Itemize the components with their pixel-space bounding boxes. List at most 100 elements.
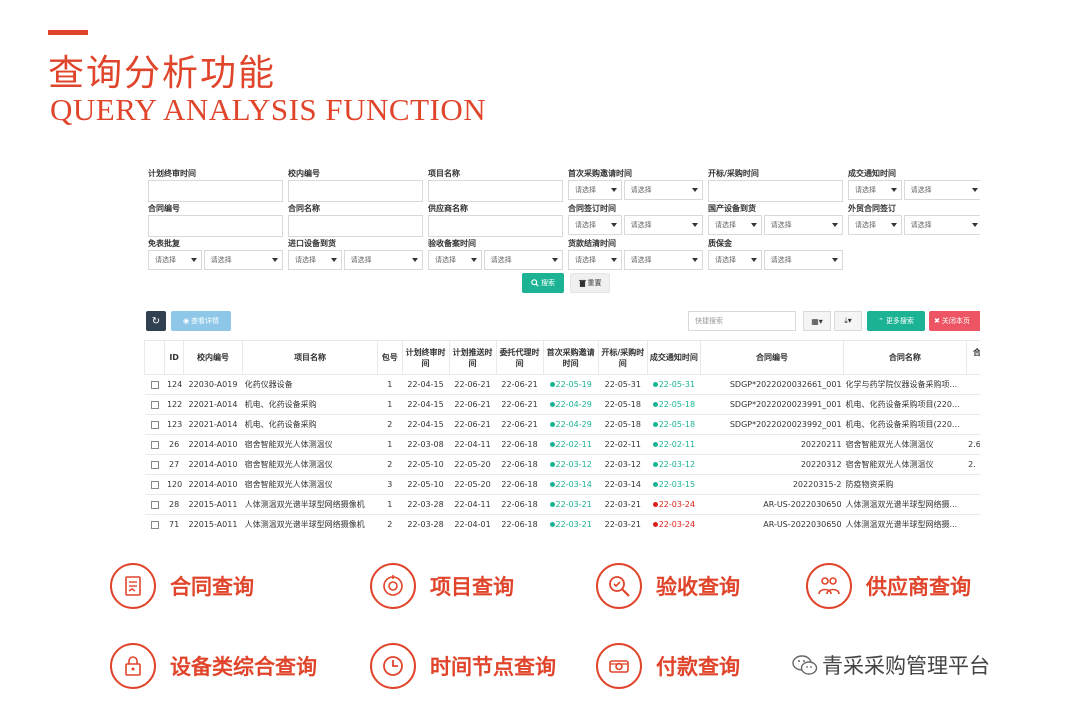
query-screenshot-panel: 计划终审时间 校内编号 项目名称 首次采购邀请时间 请选择 请选择 开标/采购时间 成交通知时… [144, 160, 980, 530]
cell-pkg: 3 [377, 474, 403, 495]
filter-select-end[interactable]: 请选择 [623, 215, 703, 235]
cell-id: 120 [164, 474, 184, 495]
status-dot [652, 442, 658, 447]
chevron-down-icon [750, 223, 757, 227]
refresh-button[interactable]: ↻ [146, 311, 166, 331]
status-dot [549, 402, 555, 407]
filter-select-start[interactable]: 请选择 [568, 250, 622, 270]
feature-item[interactable]: 验收查询 [596, 563, 740, 609]
filter-input[interactable] [708, 180, 843, 202]
close-icon: ✖ [934, 317, 940, 325]
cell-t6: 22-03-24 [647, 514, 701, 530]
filter-select-end[interactable]: 请选择 [903, 215, 980, 235]
row-checkbox[interactable] [150, 520, 159, 529]
search-button[interactable]: 搜索 [522, 273, 564, 293]
column-header: 计划终审时间 [401, 340, 450, 375]
cell-id: 124 [164, 374, 184, 395]
filter-field: 合同签订时间 请选择 请选择 [568, 203, 703, 235]
filter-select-end[interactable]: 请选择 [763, 215, 843, 235]
table-row[interactable]: 124 22030-A019 化药仪器设备 1 22-04-15 22-06-21 22-0… [144, 374, 980, 395]
table-row[interactable]: 122 22021-A014 机电、化药设备采购 1 22-04-15 22-06-21 2… [144, 394, 980, 415]
row-checkbox[interactable] [150, 500, 159, 509]
cell-pkg: 2 [377, 454, 403, 475]
filter-select-start[interactable]: 请选择 [428, 250, 482, 270]
cell-contract-no: AR-US-2022030650 [700, 514, 844, 530]
filter-label: 免表批复 [148, 239, 180, 248]
view-detail-button[interactable]: ◉ 查看详情 [171, 311, 231, 331]
filter-input[interactable] [288, 215, 423, 237]
row-checkbox[interactable] [150, 400, 159, 409]
cell-t3: 22-06-18 [496, 494, 544, 515]
filter-select-start[interactable]: 请选择 [148, 250, 202, 270]
filter-select-start[interactable]: 请选择 [848, 180, 902, 200]
cell-t5: 22-02-11 [598, 434, 648, 455]
table-row[interactable]: 28 22015-A011 人体测温双光谱半球型网络摄像机 1 22-03-28 22-0… [144, 494, 980, 515]
cell-pkg: 1 [377, 394, 403, 415]
columns-toggle-button[interactable]: ▦▾ [803, 311, 831, 331]
filter-input[interactable] [148, 215, 283, 237]
filter-field: 开标/采购时间 [708, 168, 843, 202]
filter-select-end[interactable]: 请选择 [203, 250, 283, 270]
filter-select-start[interactable]: 请选择 [708, 250, 762, 270]
filter-label: 货款结清时间 [568, 239, 616, 248]
filter-select-start[interactable]: 请选择 [568, 180, 622, 200]
export-button[interactable]: ⤓▾ [834, 311, 862, 331]
status-date: 22-04-29 [555, 420, 592, 429]
feature-item[interactable]: 供应商查询 [806, 563, 971, 609]
filter-select-start[interactable]: 请选择 [708, 215, 762, 235]
status-dot [652, 382, 658, 387]
chevron-down-icon [610, 188, 617, 192]
feature-item[interactable]: 时间节点查询 [370, 643, 556, 689]
cell-pkg: 2 [377, 514, 403, 530]
feature-item[interactable]: 项目查询 [370, 563, 514, 609]
filter-input[interactable] [428, 180, 563, 202]
row-checkbox[interactable] [150, 480, 159, 489]
filter-select-start[interactable]: 请选择 [288, 250, 342, 270]
cell-t2: 22-05-20 [449, 454, 497, 475]
filter-select-end[interactable]: 请选择 [343, 250, 423, 270]
feature-icon-circle [370, 563, 416, 609]
feature-item[interactable]: 设备类综合查询 [110, 643, 317, 689]
table-row[interactable]: 120 22014-A010 宿舍智能双光人体测温仪 3 22-05-10 22-05-2… [144, 474, 980, 495]
row-checkbox[interactable] [150, 420, 159, 429]
filter-select-start[interactable]: 请选择 [848, 215, 902, 235]
cell-t1: 22-04-15 [402, 394, 450, 415]
table-row[interactable]: 27 22014-A010 宿舍智能双光人体测温仪 2 22-05-10 22-05-20… [144, 454, 980, 475]
chevron-down-icon [692, 223, 698, 227]
filter-select-end[interactable]: 请选择 [763, 250, 843, 270]
table-row[interactable]: 26 22014-A010 宿舍智能双光人体测温仪 1 22-03-08 22-04-11… [144, 434, 980, 455]
filter-input[interactable] [288, 180, 423, 202]
cell-t6: 22-03-15 [647, 474, 701, 495]
select-all-header[interactable] [144, 340, 166, 375]
filter-select-end[interactable]: 请选择 [903, 180, 980, 200]
feature-icon-circle [110, 563, 156, 609]
reset-button[interactable]: 重置 [570, 273, 610, 293]
table-row[interactable]: 123 22021-A014 机电、化药设备采购 2 22-04-15 22-06-21 2… [144, 414, 980, 435]
filter-select-end[interactable]: 请选择 [623, 250, 703, 270]
filter-field: 合同名称 [288, 203, 423, 237]
more-search-button[interactable]: ⌃ 更多搜索 [867, 311, 925, 331]
filter-range: 请选择 请选择 [848, 215, 980, 235]
chevron-down-icon [470, 258, 477, 262]
close-page-button[interactable]: ✖ 关闭本页 [929, 311, 980, 331]
filter-range: 请选择 请选择 [148, 250, 283, 270]
filter-input[interactable] [428, 215, 563, 237]
chevron-down-icon [750, 258, 757, 262]
chevron-down-icon [890, 223, 897, 227]
table-row[interactable]: 71 22015-A011 人体测温双光谱半球型网络摄像机 2 22-03-28 22-0… [144, 514, 980, 530]
feature-item[interactable]: 付款查询 [596, 643, 740, 689]
row-checkbox[interactable] [150, 440, 159, 449]
cell-t6: 22-05-18 [647, 414, 701, 435]
feature-item[interactable]: 合同查询 [110, 563, 254, 609]
filter-label: 验收备案时间 [428, 239, 476, 248]
cell-amount [966, 414, 980, 435]
feature-label: 项目查询 [430, 575, 514, 599]
column-header: 首次采购邀请时间 [542, 340, 599, 375]
quick-search-input[interactable]: 快捷搜索 [688, 311, 796, 331]
row-checkbox[interactable] [150, 380, 159, 389]
filter-input[interactable] [148, 180, 283, 202]
filter-select-start[interactable]: 请选择 [568, 215, 622, 235]
row-checkbox[interactable] [150, 460, 159, 469]
filter-select-end[interactable]: 请选择 [483, 250, 563, 270]
filter-select-end[interactable]: 请选择 [623, 180, 703, 200]
